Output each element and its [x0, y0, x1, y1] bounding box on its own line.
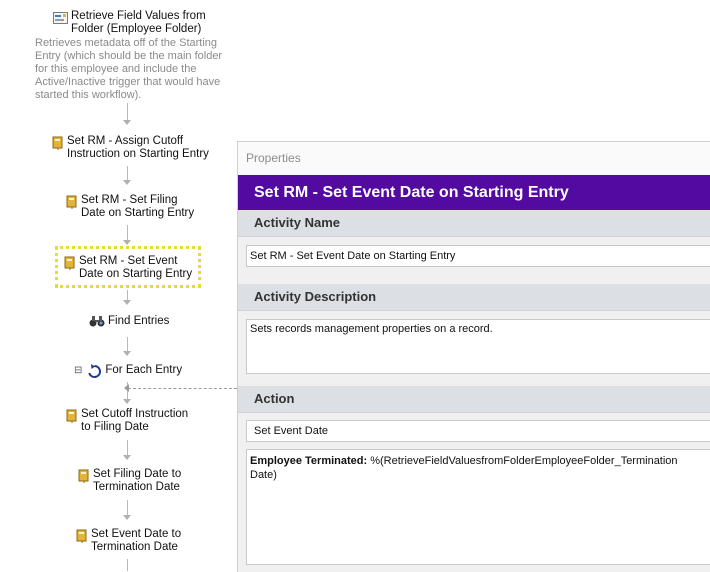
activity-label: Retrieve Field Values from Folder (Emplo…: [71, 10, 206, 35]
activity-label: For Each Entry: [105, 364, 183, 376]
records-management-icon: [66, 195, 78, 209]
connector: [127, 166, 128, 180]
connector-arrow: [123, 399, 131, 404]
activity-for-each-entry[interactable]: ⊟ For Each Entry: [74, 364, 182, 383]
activity-set-event-date-termination[interactable]: Set Event Date to Termination Date: [76, 528, 181, 554]
activity-label: Set RM - Set Event Date on Starting Entr…: [79, 255, 193, 280]
activity-description-heading: Activity Description: [238, 284, 710, 311]
expression-label: Employee Terminated:: [250, 455, 368, 467]
connector: [127, 500, 128, 515]
activity-label: Find Entries: [108, 315, 170, 327]
records-management-icon: [52, 136, 64, 150]
workflow-designer: Retrieve Field Values from Folder (Emplo…: [0, 0, 237, 571]
activity-find-entries[interactable]: Find Entries: [89, 315, 169, 332]
activity-name-field[interactable]: Set RM - Set Event Date on Starting Entr…: [246, 245, 710, 267]
activity-label: Set RM - Set Filing Date on Starting Ent…: [81, 194, 195, 219]
activity-label: Set RM - Assign Cutoff Instruction on St…: [67, 135, 209, 160]
activity-label: Set Cutoff Instruction to Filing Date: [81, 408, 189, 433]
connector: [127, 559, 128, 571]
records-management-icon: [76, 529, 88, 543]
properties-title: Properties: [238, 142, 710, 175]
action-heading: Action: [238, 386, 710, 413]
activity-label: Set Event Date to Termination Date: [91, 528, 182, 553]
activity-label: Set Filing Date to Termination Date: [93, 468, 182, 493]
loop-connector: [128, 388, 237, 389]
connector: [127, 290, 128, 300]
activity-description-note: Retrieves metadata off of the Starting E…: [35, 37, 223, 101]
connector: [127, 440, 128, 455]
activity-description-field[interactable]: Sets records management properties on a …: [246, 319, 710, 374]
activity-set-event-date-starting[interactable]: Set RM - Set Event Date on Starting Entr…: [55, 246, 201, 288]
properties-pane: Properties Set RM - Set Event Date on St…: [237, 141, 710, 572]
activity-retrieve-field-values[interactable]: Retrieve Field Values from Folder (Emplo…: [53, 10, 206, 36]
connector: [127, 225, 128, 240]
loop-icon: [87, 364, 102, 383]
connector-arrow: [123, 120, 131, 125]
binoculars-icon: [89, 315, 105, 332]
properties-header: Set RM - Set Event Date on Starting Entr…: [238, 175, 710, 210]
connector: [127, 103, 128, 120]
action-select[interactable]: Set Event Date: [246, 420, 710, 442]
collapse-toggle[interactable]: ⊟: [74, 364, 82, 377]
connector-arrow: [123, 351, 131, 356]
activity-set-filing-date-termination[interactable]: Set Filing Date to Termination Date: [78, 468, 181, 494]
records-management-icon: [64, 256, 76, 270]
connector-arrow: [123, 240, 131, 245]
activity-assign-cutoff[interactable]: Set RM - Assign Cutoff Instruction on St…: [52, 135, 209, 161]
loop-arrow: [124, 384, 129, 392]
connector-arrow: [123, 180, 131, 185]
activity-set-cutoff-instruction[interactable]: Set Cutoff Instruction to Filing Date: [66, 408, 188, 434]
connector-arrow: [123, 455, 131, 460]
connector: [127, 337, 128, 351]
retrieve-fields-icon: [53, 12, 68, 28]
activity-name-heading: Activity Name: [238, 210, 710, 237]
expression-editor[interactable]: Employee Terminated: %(RetrieveFieldValu…: [246, 449, 710, 565]
records-management-icon: [66, 409, 78, 423]
connector-arrow: [123, 300, 131, 305]
activity-set-filing-date-starting[interactable]: Set RM - Set Filing Date on Starting Ent…: [66, 194, 194, 220]
connector-arrow: [123, 515, 131, 520]
records-management-icon: [78, 469, 90, 483]
